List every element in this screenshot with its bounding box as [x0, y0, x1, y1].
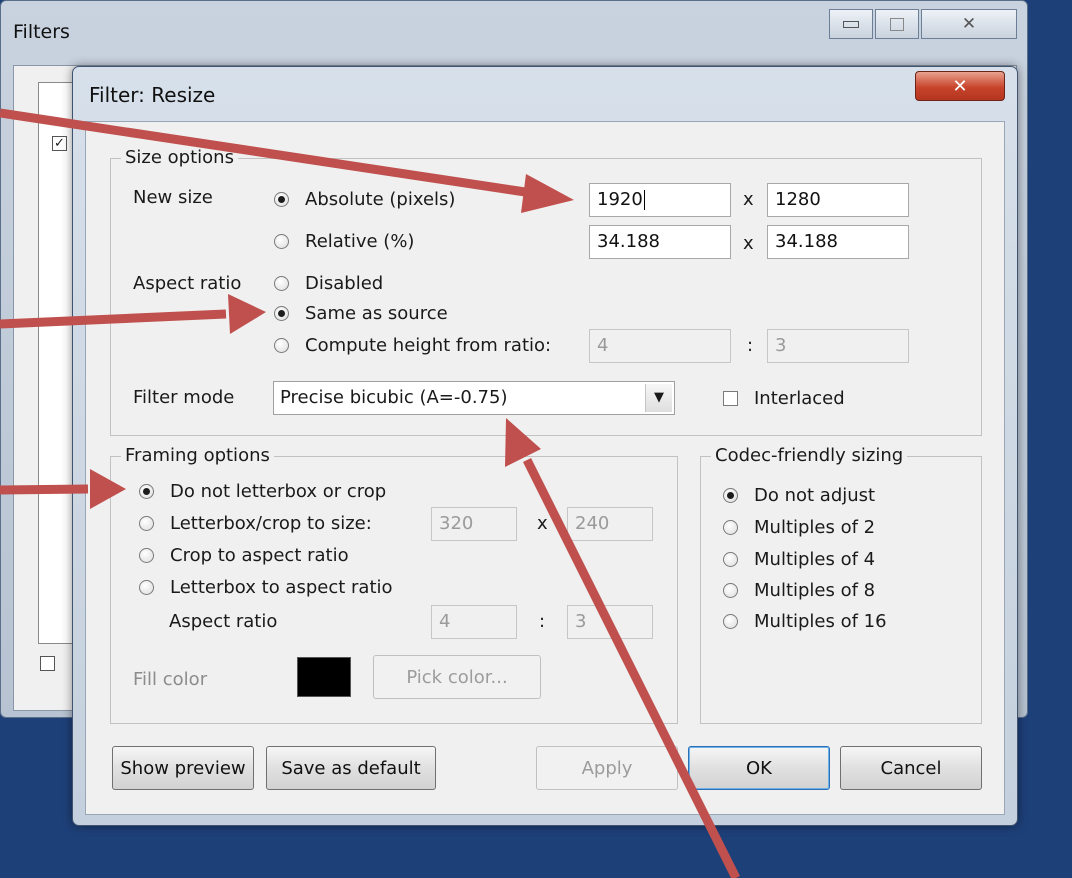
framing-options-group: Framing options Do not letterbox or crop…: [110, 445, 678, 724]
dialog-title: Filter: Resize: [89, 83, 216, 107]
size-x-separator: x: [743, 189, 754, 210]
codec-option-label: Multiples of 2: [754, 517, 876, 538]
framing-aspect-den-input[interactable]: 3: [567, 605, 653, 639]
text-cursor: [643, 190, 645, 210]
no-letterbox-label: Do not letterbox or crop: [170, 481, 387, 502]
radio-dot: [723, 552, 738, 567]
relative-label: Relative (%): [305, 231, 415, 252]
ratio-denominator-input[interactable]: 3: [767, 329, 909, 363]
ratio-numerator-input[interactable]: 4: [589, 329, 731, 363]
filter-mode-value: Precise bicubic (A=-0.75): [280, 387, 508, 408]
absolute-label: Absolute (pixels): [305, 189, 456, 210]
ratio-colon-separator: :: [747, 335, 754, 356]
compute-height-label: Compute height from ratio:: [305, 335, 552, 356]
crop-aspect-label: Crop to aspect ratio: [170, 545, 349, 566]
ok-button[interactable]: OK: [688, 746, 830, 790]
radio-dot: [274, 192, 289, 207]
relative-x-separator: x: [743, 233, 754, 254]
framing-aspect-num-input[interactable]: 4: [431, 605, 517, 639]
absolute-height-input[interactable]: 1280: [767, 183, 909, 217]
radio-dot: [139, 484, 154, 499]
letterbox-x-separator: x: [537, 513, 548, 534]
close-icon: ✕: [952, 75, 968, 97]
codec-sizing-legend: Codec-friendly sizing: [711, 445, 908, 467]
show-preview-button[interactable]: Show preview: [112, 746, 254, 790]
same-as-source-radio[interactable]: Same as source: [274, 303, 448, 324]
radio-dot: [723, 520, 738, 535]
radio-dot: [723, 583, 738, 598]
radio-dot: [274, 306, 289, 321]
relative-radio[interactable]: Relative (%): [274, 231, 414, 252]
radio-dot: [139, 580, 154, 595]
codec-option-label: Multiples of 4: [754, 549, 876, 570]
maximize-icon: [890, 17, 904, 31]
dialog-close-button[interactable]: ✕: [915, 71, 1005, 101]
interlaced-checkbox[interactable]: Interlaced: [723, 388, 845, 409]
codec-option-4[interactable]: Multiples of 16: [723, 611, 887, 632]
filter-enable-checkbox[interactable]: ✓: [52, 136, 67, 151]
close-icon: ✕: [961, 14, 977, 34]
codec-option-label: Multiples of 8: [754, 580, 876, 601]
codec-option-3[interactable]: Multiples of 8: [723, 580, 875, 601]
fill-color-label: Fill color: [133, 669, 208, 690]
radio-dot: [274, 338, 289, 353]
letterbox-size-label: Letterbox/crop to size:: [170, 513, 372, 534]
new-size-label: New size: [133, 187, 213, 208]
interlaced-label: Interlaced: [754, 388, 845, 409]
radio-dot: [139, 516, 154, 531]
no-letterbox-radio[interactable]: Do not letterbox or crop: [139, 481, 386, 502]
filter-option-checkbox[interactable]: [40, 656, 55, 671]
codec-option-label: Do not adjust: [754, 485, 876, 506]
pick-color-button[interactable]: Pick color...: [373, 655, 541, 699]
letterbox-height-input[interactable]: 240: [567, 507, 653, 541]
fill-color-swatch: [297, 657, 351, 697]
filters-close-button[interactable]: ✕: [921, 9, 1017, 39]
letterbox-width-input[interactable]: 320: [431, 507, 517, 541]
codec-option-0[interactable]: Do not adjust: [723, 485, 875, 506]
radio-dot: [723, 488, 738, 503]
codec-sizing-group: Codec-friendly sizing Do not adjust Mult…: [700, 445, 982, 724]
radio-dot: [139, 548, 154, 563]
aspect-ratio-label: Aspect ratio: [133, 273, 242, 294]
codec-option-2[interactable]: Multiples of 4: [723, 549, 875, 570]
same-as-source-label: Same as source: [305, 303, 448, 324]
filter-mode-label: Filter mode: [133, 387, 235, 408]
save-default-button[interactable]: Save as default: [266, 746, 436, 790]
relative-width-input[interactable]: 34.188: [589, 225, 731, 259]
minimize-button[interactable]: [829, 9, 873, 39]
letterbox-aspect-label: Letterbox to aspect ratio: [170, 577, 393, 598]
disabled-label: Disabled: [305, 273, 384, 294]
radio-dot: [274, 276, 289, 291]
checkbox-box: [723, 391, 738, 406]
letterbox-aspect-radio[interactable]: Letterbox to aspect ratio: [139, 577, 393, 598]
framing-aspect-ratio-label: Aspect ratio: [169, 611, 278, 632]
dialog-client: Size options New size Absolute (pixels) …: [85, 121, 1005, 815]
resize-dialog: Filter: Resize ✕ Size options New size A…: [72, 66, 1018, 826]
filters-window-title: Filters: [13, 21, 70, 43]
absolute-radio[interactable]: Absolute (pixels): [274, 189, 455, 210]
maximize-button[interactable]: [875, 9, 919, 39]
framing-colon-separator: :: [539, 611, 546, 632]
radio-dot: [274, 234, 289, 249]
minimize-icon: [843, 20, 859, 28]
compute-height-radio[interactable]: Compute height from ratio:: [274, 335, 551, 356]
filter-mode-select[interactable]: Precise bicubic (A=-0.75) ▼: [273, 381, 675, 415]
disabled-radio[interactable]: Disabled: [274, 273, 383, 294]
codec-option-1[interactable]: Multiples of 2: [723, 517, 875, 538]
absolute-width-value: 1920: [597, 189, 643, 210]
letterbox-size-radio[interactable]: Letterbox/crop to size:: [139, 513, 372, 534]
crop-aspect-radio[interactable]: Crop to aspect ratio: [139, 545, 349, 566]
absolute-width-input[interactable]: 1920: [589, 183, 731, 217]
radio-dot: [723, 614, 738, 629]
size-options-group: Size options New size Absolute (pixels) …: [110, 147, 982, 436]
framing-options-legend: Framing options: [121, 445, 274, 467]
chevron-down-icon[interactable]: ▼: [645, 384, 672, 412]
apply-button[interactable]: Apply: [536, 746, 678, 790]
cancel-button[interactable]: Cancel: [840, 746, 982, 790]
size-options-legend: Size options: [121, 147, 238, 169]
codec-option-label: Multiples of 16: [754, 611, 887, 632]
relative-height-input[interactable]: 34.188: [767, 225, 909, 259]
